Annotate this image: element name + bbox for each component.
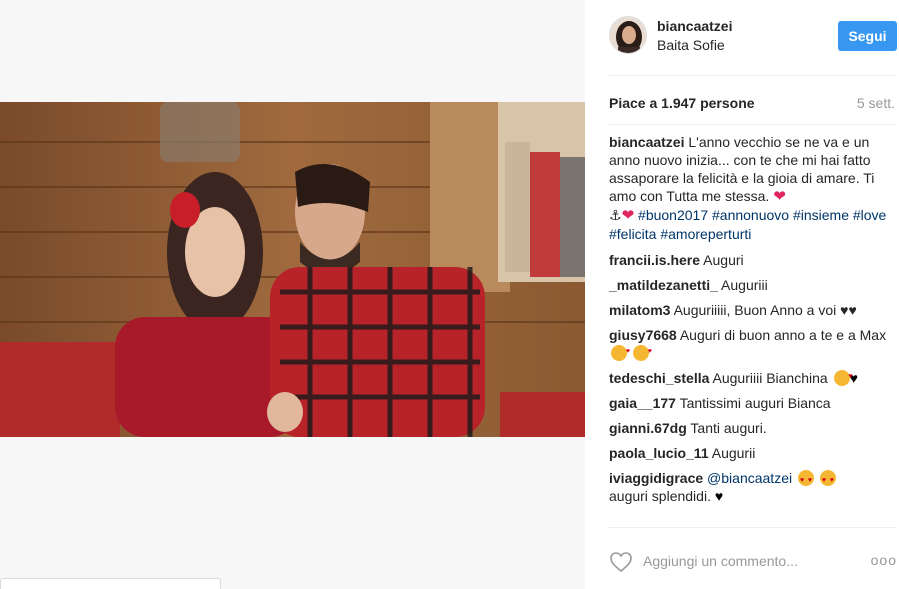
comment-item: iviaggidigrace @biancaatzei auguri splen… bbox=[609, 469, 889, 505]
comment-text: Auguri di buon anno a te e a Max bbox=[676, 327, 887, 343]
heart-outline-icon[interactable] bbox=[609, 551, 633, 573]
black-heart-icon: ♥ bbox=[714, 488, 724, 504]
comment-username[interactable]: tedeschi_stella bbox=[609, 370, 709, 386]
comment-item: gaia__177 Tantissimi auguri Bianca bbox=[609, 394, 889, 412]
comment-text: Auguriiiii, Buon Anno a voi ♥♥ bbox=[670, 302, 857, 318]
comment-item: giusy7668 Auguri di buon anno a te e a M… bbox=[609, 326, 889, 362]
post-time[interactable]: 5 sett. bbox=[857, 95, 895, 111]
comment-text: Tantissimi auguri Bianca bbox=[675, 395, 831, 411]
instagram-post-page: biancaatzei Baita Sofie Segui Piace a 1.… bbox=[0, 0, 899, 589]
more-options-icon[interactable]: ooo bbox=[871, 552, 897, 568]
comment-item: francii.is.here Auguri bbox=[609, 251, 889, 269]
post-photo-image bbox=[0, 102, 585, 437]
kiss-emoji-icon bbox=[611, 343, 630, 361]
kiss-emoji-icon bbox=[833, 368, 853, 386]
caption-username[interactable]: biancaatzei bbox=[609, 134, 684, 150]
divider bbox=[609, 527, 895, 528]
heart-eyes-emoji-icon bbox=[797, 470, 814, 490]
follow-button[interactable]: Segui bbox=[838, 21, 897, 51]
post-username[interactable]: biancaatzei bbox=[657, 18, 732, 34]
kiss-emoji-icon bbox=[632, 343, 652, 361]
avatar-image bbox=[610, 17, 646, 53]
heart-eyes-emoji-icon bbox=[819, 470, 836, 490]
likes-count[interactable]: Piace a 1.947 persone bbox=[609, 95, 755, 111]
comment-text: Auguriii bbox=[717, 277, 768, 293]
comment-username[interactable]: _matildezanetti_ bbox=[609, 277, 718, 293]
red-heart-icon: ❤ bbox=[773, 188, 786, 205]
comment-mention[interactable]: @biancaatzei bbox=[707, 470, 792, 486]
post-header: biancaatzei Baita Sofie Segui bbox=[609, 14, 897, 76]
comment-text: Auguri bbox=[700, 252, 744, 268]
comment-username[interactable]: giusy7668 bbox=[609, 327, 677, 343]
red-heart-icon: ❤ bbox=[621, 207, 635, 224]
media-area bbox=[0, 0, 585, 589]
comment-item: _matildezanetti_ Auguriii bbox=[609, 276, 889, 294]
comment-item: tedeschi_stella Auguriiii Bianchina ♥ bbox=[609, 368, 889, 387]
comment-username[interactable]: iviaggidigrace bbox=[609, 470, 703, 486]
comment-username[interactable]: paola_lucio_11 bbox=[609, 445, 709, 461]
bottom-panel-edge bbox=[0, 578, 221, 589]
comment-item: paola_lucio_11 Augurii bbox=[609, 444, 889, 462]
comment-username[interactable]: gianni.67dg bbox=[609, 420, 687, 436]
add-comment-input[interactable]: Aggiungi un commento... bbox=[643, 553, 798, 569]
avatar[interactable] bbox=[609, 16, 647, 54]
comments-list: biancaatzei L'anno vecchio se ne va e un… bbox=[609, 133, 889, 525]
comment-text: auguri splendidi. bbox=[609, 488, 715, 504]
comment-username[interactable]: gaia__177 bbox=[609, 395, 676, 411]
post-location[interactable]: Baita Sofie bbox=[657, 37, 725, 53]
post-caption: biancaatzei L'anno vecchio se ne va e un… bbox=[609, 133, 889, 243]
comment-text: Tanti auguri. bbox=[686, 420, 767, 436]
post-sidebar: biancaatzei Baita Sofie Segui Piace a 1.… bbox=[585, 0, 899, 589]
divider bbox=[609, 124, 895, 125]
comment-text: Auguriiii Bianchina bbox=[709, 370, 832, 386]
comment-text: Augurii bbox=[708, 445, 756, 461]
comment-username[interactable]: milatom3 bbox=[609, 302, 670, 318]
comment-item: gianni.67dg Tanti auguri. bbox=[609, 419, 889, 437]
post-photo[interactable] bbox=[0, 102, 585, 437]
comment-username[interactable]: francii.is.here bbox=[609, 252, 700, 268]
anchor-icon: ⚓ bbox=[609, 207, 622, 223]
caption-hashtags[interactable]: #buon2017 #annonuovo #insieme #love #fel… bbox=[609, 207, 886, 242]
comment-item: milatom3 Auguriiiii, Buon Anno a voi ♥♥ bbox=[609, 301, 889, 319]
